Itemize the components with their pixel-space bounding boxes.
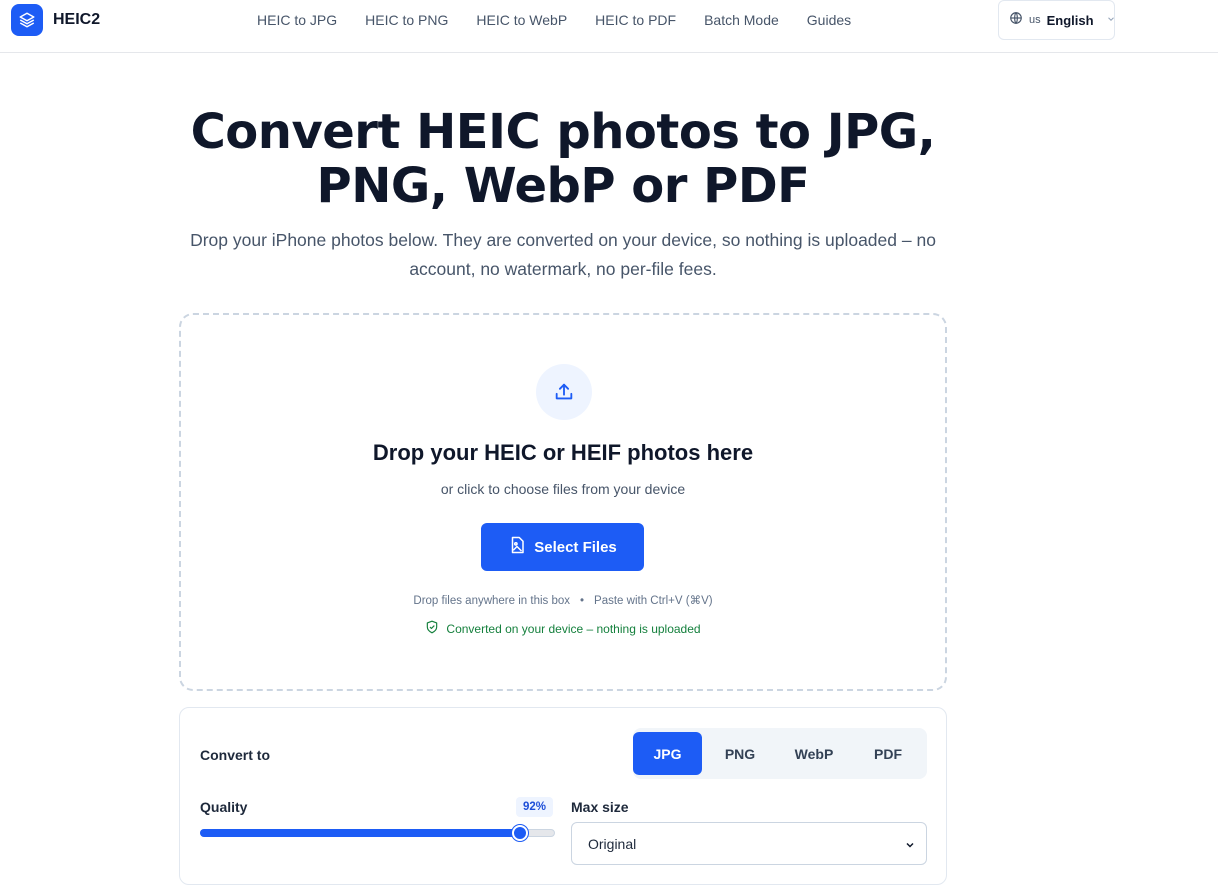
format-pdf-button[interactable]: PDF bbox=[853, 732, 923, 775]
nav-heic-to-webp[interactable]: HEIC to WebP bbox=[476, 12, 567, 28]
format-png-button[interactable]: PNG bbox=[705, 732, 775, 775]
privacy-note-text: Converted on your device – nothing is up… bbox=[446, 621, 701, 636]
file-dropzone[interactable]: Drop your HEIC or HEIF photos here or cl… bbox=[179, 313, 947, 691]
quality-label: Quality bbox=[200, 799, 248, 815]
max-size-value: Original bbox=[588, 835, 637, 852]
max-size-label: Max size bbox=[571, 799, 629, 815]
image-file-icon bbox=[508, 536, 526, 558]
layers-icon bbox=[11, 4, 43, 36]
shield-check-icon bbox=[425, 620, 439, 637]
nav-batch-mode[interactable]: Batch Mode bbox=[704, 12, 779, 28]
language-label: English bbox=[1046, 12, 1094, 28]
quality-value-badge: 92% bbox=[516, 797, 554, 817]
privacy-note: Converted on your device – nothing is up… bbox=[181, 620, 945, 637]
nav-heic-to-jpg[interactable]: HEIC to JPG bbox=[257, 12, 337, 28]
nav-guides[interactable]: Guides bbox=[807, 12, 851, 28]
hint-paste: Paste with Ctrl+V (⌘V) bbox=[594, 595, 713, 607]
globe-icon bbox=[1009, 11, 1023, 30]
language-code: us bbox=[1029, 14, 1041, 26]
dropzone-hints: Drop files anywhere in this box • Paste wi… bbox=[181, 593, 945, 607]
dropzone-title: Drop your HEIC or HEIF photos here bbox=[372, 440, 754, 465]
chevron-down-icon bbox=[1106, 11, 1116, 29]
page-title-line2: PNG, WebP or PDF bbox=[316, 158, 810, 214]
chevron-down-icon bbox=[904, 838, 916, 854]
dropzone-subtitle: or click to choose files from your devic… bbox=[440, 481, 686, 497]
language-selector[interactable]: us English bbox=[998, 0, 1115, 40]
select-files-label: Select Files bbox=[534, 538, 617, 556]
quality-slider-thumb[interactable] bbox=[511, 825, 528, 841]
format-selector: JPG PNG WebP PDF bbox=[633, 728, 927, 779]
hint-separator: • bbox=[580, 595, 585, 607]
convert-to-label: Convert to bbox=[200, 747, 270, 763]
page-title: Convert HEIC photos to JPG, PNG, WebP or… bbox=[0, 105, 1126, 213]
nav-heic-to-pdf[interactable]: HEIC to PDF bbox=[595, 12, 676, 28]
main-nav: HEIC to JPG HEIC to PNG HEIC to WebP HEI… bbox=[257, 12, 851, 28]
format-webp-button[interactable]: WebP bbox=[777, 732, 851, 775]
max-size-select[interactable]: Original bbox=[571, 822, 927, 865]
quality-slider-fill bbox=[200, 829, 520, 837]
page-title-line1: Convert HEIC photos to JPG, bbox=[190, 104, 936, 160]
nav-heic-to-png[interactable]: HEIC to PNG bbox=[365, 12, 448, 28]
hint-drop: Drop files anywhere in this box bbox=[413, 595, 571, 607]
top-header: HEIC2 HEIC to JPG HEIC to PNG HEIC to We… bbox=[0, 0, 1218, 53]
upload-icon bbox=[536, 364, 592, 420]
quality-slider[interactable] bbox=[200, 825, 555, 841]
format-jpg-button[interactable]: JPG bbox=[633, 732, 702, 775]
select-files-button[interactable]: Select Files bbox=[481, 523, 644, 571]
logo[interactable]: HEIC2 bbox=[11, 4, 100, 36]
conversion-settings: Convert to JPG PNG WebP PDF Quality 92% … bbox=[179, 707, 947, 885]
logo-text: HEIC2 bbox=[53, 11, 101, 28]
page-subtitle: Drop your iPhone photos below. They are … bbox=[190, 230, 936, 279]
